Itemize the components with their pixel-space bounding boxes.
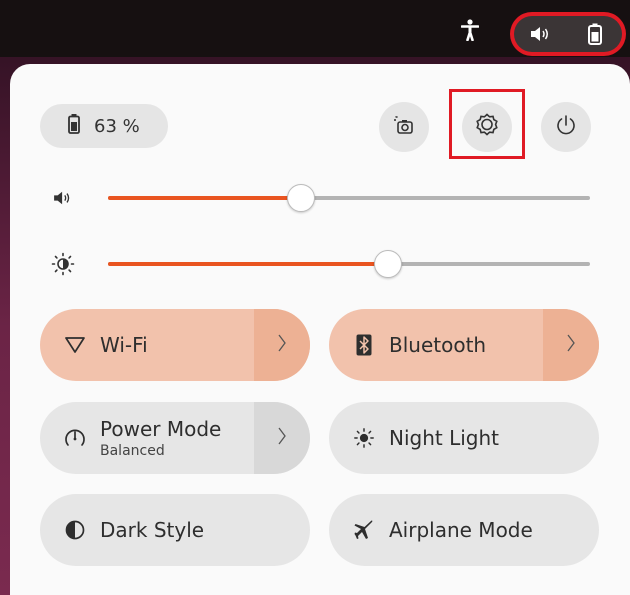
battery-icon: [580, 19, 610, 49]
power-mode-text: Power Mode Balanced: [100, 417, 221, 459]
top-bar: [0, 0, 630, 57]
bluetooth-toggle-main[interactable]: Bluetooth: [329, 309, 543, 381]
battery-status-button[interactable]: 63 %: [40, 104, 168, 148]
settings-highlight-box: [449, 89, 525, 159]
bluetooth-label: Bluetooth: [389, 333, 487, 357]
bluetooth-expand-button[interactable]: [543, 309, 599, 381]
wifi-toggle-main[interactable]: Wi-Fi: [40, 309, 254, 381]
quick-settings-panel: 63 % Wi-Fi Bluetooth Power Mode Balanced…: [10, 64, 630, 595]
wifi-expand-button[interactable]: [254, 309, 310, 381]
brightness-icon: [50, 251, 76, 277]
dark-style-toggle[interactable]: Dark Style: [40, 494, 310, 566]
desktop: 63 % Wi-Fi Bluetooth Power Mode Balanced…: [0, 0, 630, 595]
battery-icon: [68, 113, 80, 139]
brightness-slider[interactable]: [108, 250, 590, 278]
power-mode-toggle[interactable]: Power Mode Balanced: [40, 402, 310, 474]
bluetooth-toggle[interactable]: Bluetooth: [329, 309, 599, 381]
power-icon: [555, 114, 577, 140]
power-mode-expand-button[interactable]: [254, 402, 310, 474]
screenshot-icon: [393, 115, 415, 139]
dark-style-icon: [64, 519, 86, 541]
airplane-mode-toggle[interactable]: Airplane Mode: [329, 494, 599, 566]
power-mode-sublabel: Balanced: [100, 443, 165, 459]
airplane-mode-label: Airplane Mode: [389, 518, 533, 542]
night-light-toggle-main[interactable]: Night Light: [329, 402, 599, 474]
night-light-label: Night Light: [389, 426, 499, 450]
power-mode-label: Power Mode: [100, 417, 222, 441]
dark-style-toggle-main[interactable]: Dark Style: [40, 494, 310, 566]
battery-percentage: 63 %: [94, 115, 140, 137]
system-status-menu[interactable]: [514, 16, 622, 52]
night-light-toggle[interactable]: Night Light: [329, 402, 599, 474]
wifi-icon: [64, 334, 86, 356]
airplane-icon: [353, 519, 375, 541]
screenshot-button[interactable]: [379, 102, 429, 152]
wifi-label: Wi-Fi: [100, 333, 148, 357]
chevron-right-icon: [277, 333, 287, 357]
wifi-toggle[interactable]: Wi-Fi: [40, 309, 310, 381]
volume-icon: [50, 185, 76, 211]
dark-style-label: Dark Style: [100, 518, 205, 542]
power-mode-icon: [64, 427, 86, 449]
volume-icon: [526, 19, 556, 49]
airplane-mode-toggle-main[interactable]: Airplane Mode: [329, 494, 599, 566]
bluetooth-icon: [353, 334, 375, 356]
brightness-slider-row: [40, 249, 600, 279]
volume-slider-fill: [108, 196, 301, 200]
power-mode-toggle-main[interactable]: Power Mode Balanced: [40, 402, 254, 474]
chevron-right-icon: [566, 333, 576, 357]
volume-slider[interactable]: [108, 184, 590, 212]
volume-slider-row: [40, 183, 600, 213]
night-light-icon: [353, 427, 375, 449]
chevron-right-icon: [277, 426, 287, 450]
power-off-button[interactable]: [541, 102, 591, 152]
brightness-slider-handle[interactable]: [373, 250, 402, 278]
brightness-slider-fill: [108, 262, 388, 266]
accessibility-icon[interactable]: [456, 16, 484, 44]
volume-slider-handle[interactable]: [286, 184, 315, 212]
